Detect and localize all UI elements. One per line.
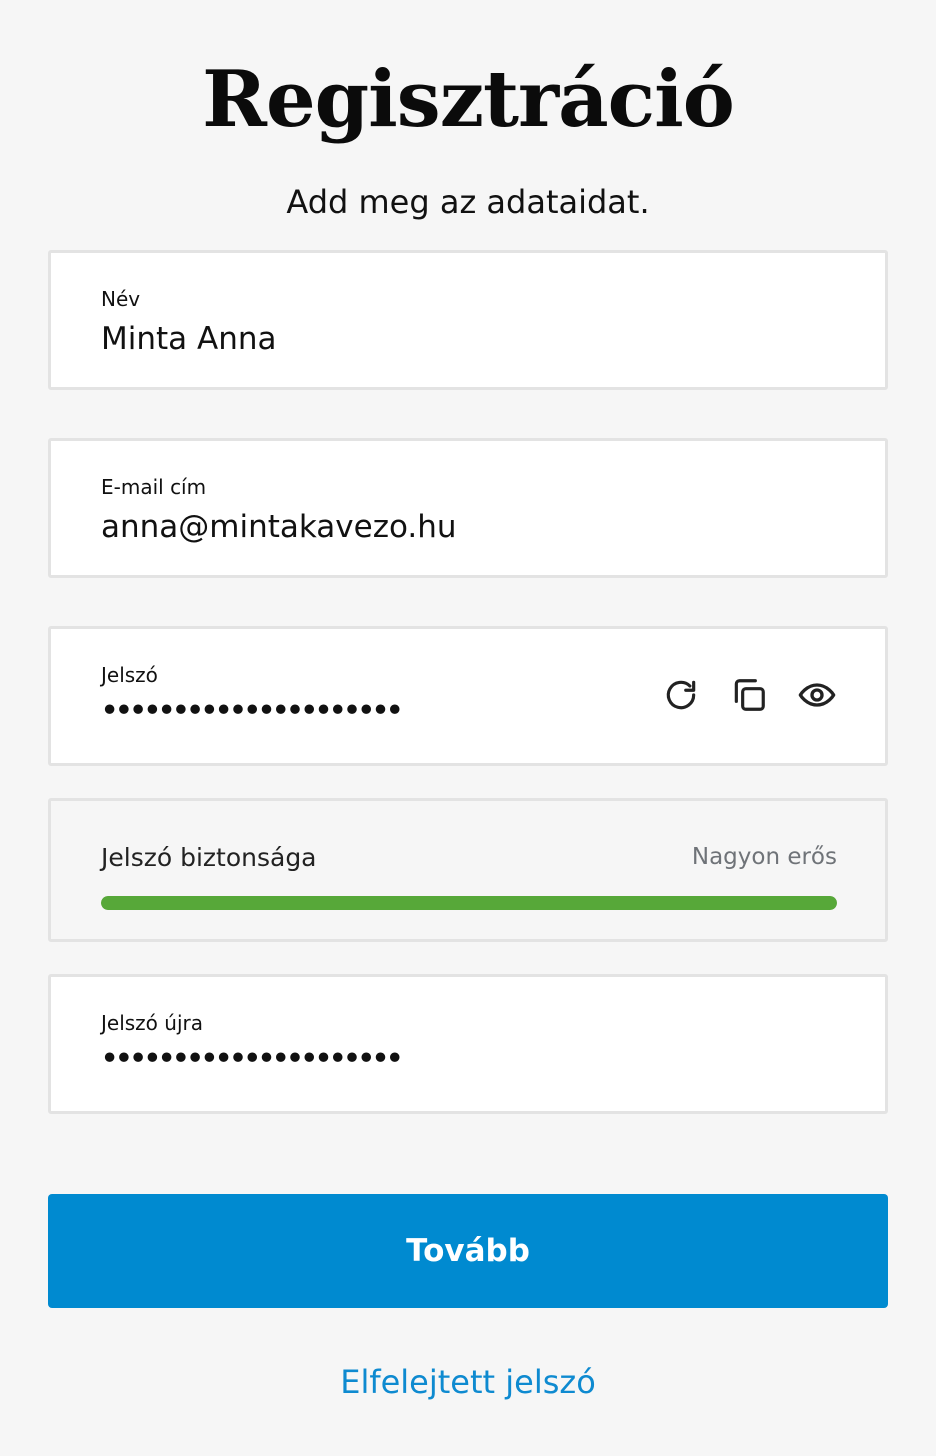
email-input[interactable]: anna@mintakavezo.hu — [101, 507, 457, 547]
strength-value: Nagyon erős — [691, 844, 837, 870]
password-label: Jelszó — [101, 663, 158, 687]
password-strength: Jelszó biztonsága Nagyon erős — [48, 798, 888, 942]
password-input[interactable]: ••••••••••••••••••••• — [101, 691, 403, 731]
password-field[interactable]: Jelszó ••••••••••••••••••••• — [48, 626, 888, 766]
name-label: Név — [101, 287, 141, 311]
continue-button[interactable]: Tovább — [48, 1194, 888, 1308]
page-subtitle: Add meg az adataidat. — [286, 183, 650, 221]
name-input[interactable]: Minta Anna — [101, 319, 277, 359]
name-field[interactable]: Név Minta Anna — [48, 250, 888, 390]
copy-icon[interactable] — [729, 675, 769, 715]
strength-bar — [101, 896, 837, 910]
forgot-password-link[interactable]: Elfelejtett jelszó — [0, 1360, 936, 1404]
password-repeat-input[interactable]: ••••••••••••••••••••• — [101, 1039, 403, 1079]
eye-icon[interactable] — [797, 675, 837, 715]
strength-bar-fill — [101, 896, 837, 910]
password-repeat-label: Jelszó újra — [101, 1011, 203, 1035]
refresh-icon[interactable] — [661, 675, 701, 715]
email-field[interactable]: E-mail cím anna@mintakavezo.hu — [48, 438, 888, 578]
email-label: E-mail cím — [101, 475, 207, 499]
password-repeat-field[interactable]: Jelszó újra ••••••••••••••••••••• — [48, 974, 888, 1114]
strength-label: Jelszó biztonsága — [101, 843, 317, 872]
page-title: Regisztráció — [202, 54, 735, 145]
